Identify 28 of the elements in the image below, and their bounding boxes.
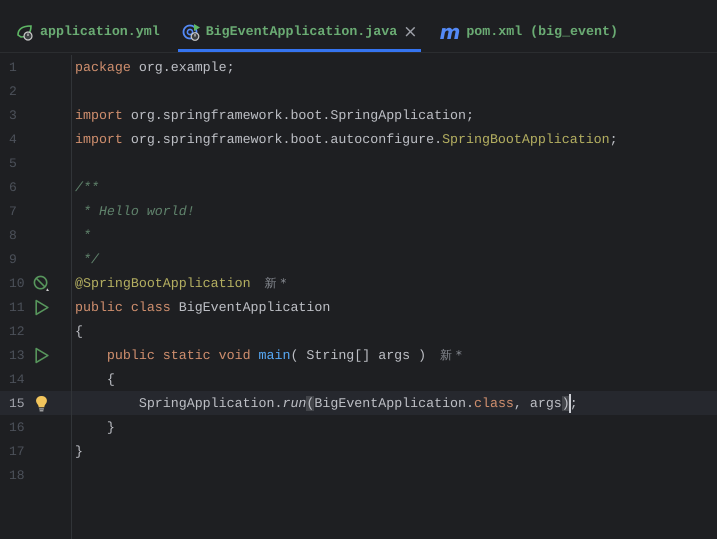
- code-line: *: [82, 228, 91, 242]
- code-line: package org.example;: [74, 60, 235, 74]
- run-icon[interactable]: [32, 298, 50, 316]
- class-icon: [182, 22, 200, 40]
- code-line: import org.springframework.boot.SpringApplication;: [74, 108, 474, 122]
- code-line: {: [74, 324, 83, 338]
- editor-tab[interactable]: BigEventApplication.java ×: [178, 14, 422, 52]
- code-line: import org.springframework.boot.autoconfigure.SpringBootApplication;: [74, 132, 618, 146]
- code-line: * Hello world!: [82, 204, 195, 218]
- close-icon[interactable]: ×: [403, 22, 418, 42]
- code-line: @SpringBootApplication: [74, 276, 251, 290]
- code-line: /**: [74, 180, 99, 194]
- line-number: 15: [8, 396, 26, 410]
- run-icon[interactable]: [32, 346, 50, 364]
- code-line: {: [106, 372, 115, 386]
- code-line: */: [82, 252, 99, 266]
- author-hint[interactable]: 新 *: [264, 274, 286, 292]
- editor-tab[interactable]: m pom.xml (big_event): [435, 14, 622, 52]
- bean-icon[interactable]: [32, 274, 50, 292]
- code-line: }: [74, 444, 83, 458]
- maven-icon: m: [439, 22, 460, 42]
- editor-tab[interactable]: application.yml: [12, 14, 164, 52]
- code-line: public static void main( String[] args ): [106, 348, 426, 362]
- author-hint[interactable]: 新 *: [440, 346, 462, 364]
- code-line: }: [106, 420, 115, 434]
- leaf-icon: [16, 22, 34, 40]
- code-line: public class BigEventApplication: [74, 300, 330, 314]
- code-line: SpringApplication.run(BigEventApplication.class, args);: [72, 396, 578, 410]
